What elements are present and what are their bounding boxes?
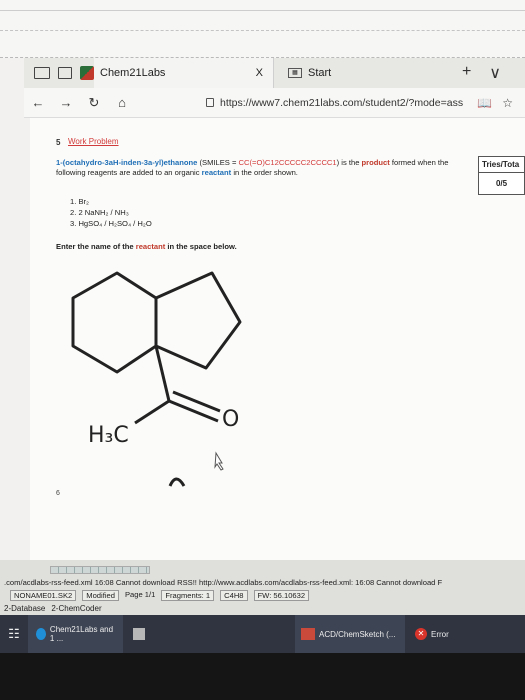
prompt-reactant: reactant bbox=[135, 242, 166, 251]
background-paper bbox=[0, 0, 525, 58]
smiles-string: CC(=O)C12CCCCC2CCCC1 bbox=[238, 158, 337, 167]
partial-next-structure bbox=[168, 477, 186, 487]
bond-c-o-double-2 bbox=[172, 390, 221, 413]
cyclopentane-ring bbox=[154, 271, 242, 370]
new-tab-button[interactable]: + bbox=[462, 63, 471, 83]
set-aside-tabs-icon[interactable] bbox=[58, 67, 72, 79]
close-tab-icon[interactable]: X bbox=[256, 67, 263, 79]
question-text-1: is the bbox=[339, 158, 362, 167]
tab-chemcoder[interactable]: 2-ChemCoder bbox=[51, 604, 101, 613]
document-info-row: NONAME01.SK2 Modified Page 1/1 Fragments… bbox=[10, 590, 310, 601]
reagent-item: 3. HgSO₄ / H₂SO₄ / H₂O bbox=[70, 219, 152, 228]
chem21labs-favicon-icon bbox=[80, 66, 94, 80]
address-url[interactable]: https://www7.chem21labs.com/student2/?mo… bbox=[220, 97, 463, 109]
work-problem-link[interactable]: Work Problem bbox=[68, 137, 119, 146]
status-message-row: .com/acdlabs-rss-feed.xml 16:08 Cannot d… bbox=[4, 578, 442, 587]
problem-number: 5 bbox=[56, 138, 61, 147]
taskbar-edge[interactable]: Chem21Labs and 1 ... bbox=[28, 615, 123, 653]
lock-icon bbox=[206, 98, 214, 107]
edge-browser-icon bbox=[36, 628, 46, 640]
chemsketch-tabs: 2-Database 2-ChemCoder bbox=[4, 604, 102, 613]
status-url: .com/acdlabs-rss-feed.xml bbox=[4, 578, 93, 587]
taskbar-edge-label: Chem21Labs and 1 ... bbox=[49, 625, 114, 643]
home-button[interactable]: ⌂ bbox=[108, 95, 136, 110]
tab-database[interactable]: 2-Database bbox=[4, 604, 45, 613]
reading-view-icon[interactable]: 📖 bbox=[477, 96, 492, 110]
taskbar-chemsketch[interactable]: ACD/ChemSketch (... bbox=[295, 615, 405, 653]
task-view-icon[interactable]: ☷ bbox=[0, 626, 28, 642]
tab-start[interactable]: ▦ Start bbox=[274, 58, 424, 88]
tab-menu-chevron-icon[interactable]: ∨ bbox=[489, 63, 501, 83]
methyl-label: H₃C bbox=[88, 423, 129, 448]
status-message: 16:08 Cannot download RSS!! http://www.a… bbox=[94, 578, 443, 587]
tries-value: 0/5 bbox=[495, 179, 508, 188]
answer-prompt: Enter the name of the reactant in the sp… bbox=[56, 242, 237, 251]
tab-label: Chem21Labs bbox=[100, 67, 166, 79]
prompt-start: Enter the name of the bbox=[56, 242, 136, 251]
paper-ruler-line bbox=[0, 10, 525, 11]
modified-indicator: Modified bbox=[82, 590, 119, 601]
start-page-icon: ▦ bbox=[288, 68, 302, 78]
tab-label: Start bbox=[308, 67, 332, 79]
reagent-list: 1. Br₂ 2. 2 NaNH₂ / NH₃ 3. HgSO₄ / H₂SO₄… bbox=[70, 196, 152, 229]
chemsketch-status-area: .com/acdlabs-rss-feed.xml 16:08 Cannot d… bbox=[0, 560, 525, 615]
browser-tab-bar: Chem21Labs X ▦ Start + ∨ bbox=[24, 58, 525, 88]
next-problem-number: 6 bbox=[56, 490, 60, 497]
prompt-end: in the space below. bbox=[165, 242, 237, 251]
tab-preview-icon[interactable] bbox=[34, 67, 50, 79]
chemsketch-app-icon bbox=[301, 628, 315, 640]
formula-weight: FW: 56.10632 bbox=[253, 590, 310, 601]
refresh-button[interactable]: ↻ bbox=[80, 95, 108, 111]
cursor-arrow-icon bbox=[214, 451, 224, 471]
paper-dashed-line bbox=[0, 30, 525, 31]
file-explorer-icon[interactable] bbox=[133, 628, 145, 640]
address-bar[interactable]: https://www7.chem21labs.com/student2/?mo… bbox=[206, 97, 463, 109]
tries-box: Tries/Tota 0/5 bbox=[478, 156, 525, 195]
monitor-bezel bbox=[0, 653, 525, 700]
tries-header: Tries/Tota bbox=[479, 157, 524, 173]
tab-actions: + ∨ bbox=[462, 63, 501, 83]
problem-page: 5 Work Problem 1-(octahydro-3aH-inden-3a… bbox=[30, 118, 525, 560]
product-word: product bbox=[361, 158, 390, 167]
smiles-open: (SMILES = bbox=[199, 158, 239, 167]
cyclohexane-ring bbox=[71, 271, 158, 374]
compound-name: 1-(octahydro-3aH-inden-3a-yl)ethanone bbox=[56, 158, 198, 167]
question-text-3: in the order shown. bbox=[231, 168, 298, 177]
horizontal-scrollbar[interactable] bbox=[50, 566, 150, 574]
document-name: NONAME01.SK2 bbox=[10, 590, 77, 601]
page-indicator: Page 1/1 bbox=[124, 590, 156, 599]
favorite-star-icon[interactable]: ☆ bbox=[502, 96, 513, 110]
windows-taskbar: ☷ Chem21Labs and 1 ... ACD/ChemSketch (.… bbox=[0, 615, 525, 653]
tab-chem21labs[interactable]: Chem21Labs X bbox=[94, 58, 274, 88]
molecular-formula: C4H8 bbox=[220, 590, 248, 601]
molecule-structure: H₃C O bbox=[71, 271, 242, 487]
browser-nav-bar: ← → ↻ ⌂ https://www7.chem21labs.com/stud… bbox=[24, 88, 525, 118]
taskbar-error[interactable]: ✕ Error bbox=[415, 628, 449, 640]
bond-quaternary-carbonyl bbox=[154, 345, 171, 402]
oxygen-label: O bbox=[222, 407, 239, 432]
taskbar-chemsketch-label: ACD/ChemSketch (... bbox=[319, 629, 396, 639]
nav-actions: 📖 ☆ bbox=[477, 96, 513, 110]
forward-button[interactable]: → bbox=[52, 95, 80, 110]
taskbar-error-label: Error bbox=[431, 629, 449, 639]
error-icon: ✕ bbox=[415, 628, 427, 640]
reagent-item: 1. Br₂ bbox=[70, 197, 89, 206]
question-text: 1-(octahydro-3aH-inden-3a-yl)ethanone (S… bbox=[56, 158, 476, 178]
back-button[interactable]: ← bbox=[24, 95, 52, 110]
reactant-word: reactant bbox=[201, 168, 232, 177]
bond-c-o-double-1 bbox=[168, 399, 219, 423]
fragments-count: Fragments: 1 bbox=[161, 590, 215, 601]
bond-carbonyl-methyl bbox=[134, 399, 170, 425]
reagent-item: 2. 2 NaNH₂ / NH₃ bbox=[70, 208, 129, 217]
